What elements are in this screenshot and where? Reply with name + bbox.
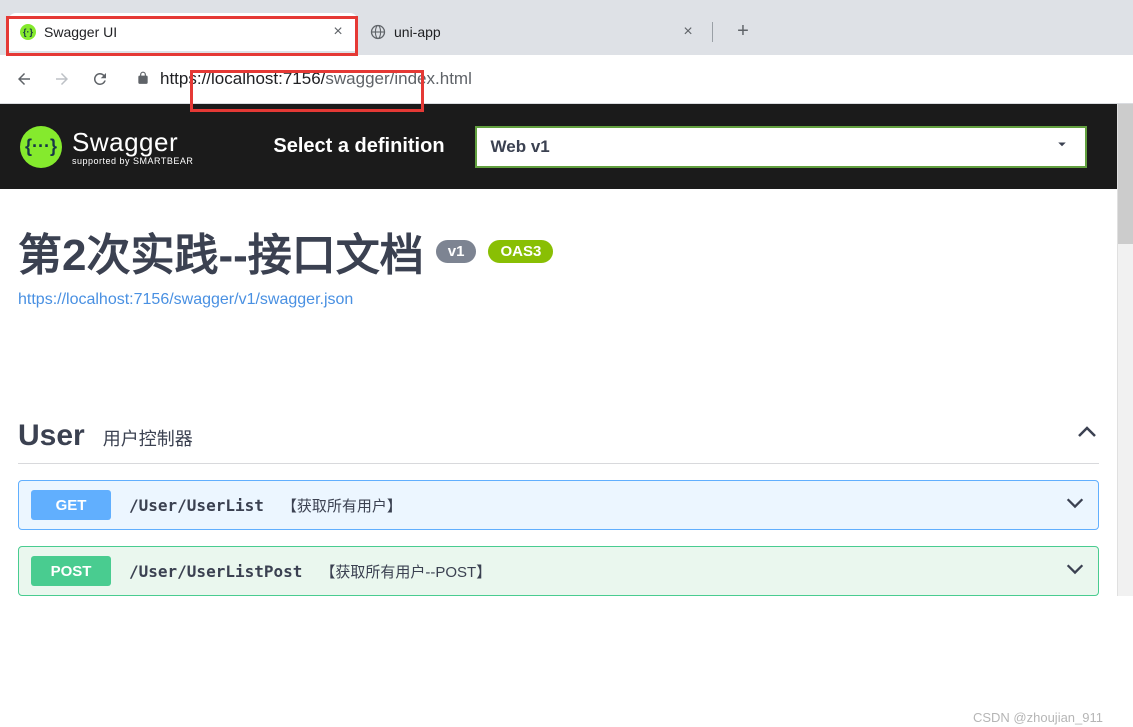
close-icon[interactable]: × <box>330 24 346 40</box>
op-summary: 【获取所有用户--POST】 <box>320 561 491 582</box>
logo-sub: supported by SMARTBEAR <box>72 156 193 166</box>
page-title: 第2次实践--接口文档 <box>18 219 424 283</box>
op-path: /User/UserList <box>129 496 264 515</box>
chevron-down-icon <box>1064 491 1086 519</box>
browser-tab-swagger[interactable]: {·} Swagger UI × <box>8 13 358 51</box>
tag-name: User <box>18 419 85 453</box>
browser-chrome: {·} Swagger UI × uni-app × + <box>0 0 1133 104</box>
op-summary: 【获取所有用户】 <box>282 495 402 516</box>
watermark: CSDN @zhoujian_911 <box>973 710 1103 725</box>
new-tab-button[interactable]: + <box>729 18 757 46</box>
swagger-logo: {···} Swagger supported by SMARTBEAR <box>20 126 193 168</box>
swagger-body: 第2次实践--接口文档 v1 OAS3 https://localhost:71… <box>0 189 1117 596</box>
tab-title: uni-app <box>394 24 672 40</box>
chevron-down-icon <box>1053 135 1071 158</box>
chevron-down-icon <box>1064 557 1086 585</box>
logo-glyph: {···} <box>25 136 57 157</box>
definition-label: Select a definition <box>273 135 444 158</box>
tag-left: User 用户控制器 <box>18 419 193 453</box>
chevron-up-icon <box>1075 421 1099 452</box>
swagger-favicon-icon: {·} <box>20 24 36 40</box>
browser-tab-uniapp[interactable]: uni-app × <box>358 13 708 51</box>
method-badge: GET <box>31 490 111 520</box>
oas-badge: OAS3 <box>488 240 553 263</box>
svg-text:{·}: {·} <box>23 27 33 37</box>
url-text: https://localhost:7156/swagger/index.htm… <box>160 69 472 89</box>
definition-selected: Web v1 <box>491 137 550 157</box>
method-badge: POST <box>31 556 111 586</box>
op-path: /User/UserListPost <box>129 562 302 581</box>
logo-main: Swagger <box>72 127 193 158</box>
tab-title: Swagger UI <box>44 24 322 40</box>
operation-post-userlistpost[interactable]: POST /User/UserListPost 【获取所有用户--POST】 <box>18 546 1099 596</box>
url-path: swagger/index.html <box>325 69 471 88</box>
operation-get-userlist[interactable]: GET /User/UserList 【获取所有用户】 <box>18 480 1099 530</box>
version-badge: v1 <box>436 240 477 263</box>
op-left: POST /User/UserListPost 【获取所有用户--POST】 <box>31 556 491 586</box>
tag-header[interactable]: User 用户控制器 <box>18 409 1099 464</box>
spec-link[interactable]: https://localhost:7156/swagger/v1/swagge… <box>18 291 353 309</box>
swagger-logo-icon: {···} <box>20 126 62 168</box>
tab-divider <box>712 22 713 42</box>
reload-icon[interactable] <box>86 65 114 93</box>
logo-text: Swagger supported by SMARTBEAR <box>72 127 193 166</box>
api-title-row: 第2次实践--接口文档 v1 OAS3 <box>18 219 1099 283</box>
tag-section: User 用户控制器 GET /User/UserList 【获取所有用户】 <box>18 409 1099 596</box>
url-bar[interactable]: https://localhost:7156/swagger/index.htm… <box>124 63 1123 95</box>
back-icon[interactable] <box>10 65 38 93</box>
scrollbar-thumb[interactable] <box>1118 104 1133 244</box>
definition-select[interactable]: Web v1 <box>475 126 1087 168</box>
close-icon[interactable]: × <box>680 24 696 40</box>
nav-bar: https://localhost:7156/swagger/index.htm… <box>0 55 1133 103</box>
tag-desc: 用户控制器 <box>103 425 193 451</box>
lock-icon <box>136 71 150 88</box>
globe-favicon-icon <box>370 24 386 40</box>
forward-icon[interactable] <box>48 65 76 93</box>
op-left: GET /User/UserList 【获取所有用户】 <box>31 490 402 520</box>
swagger-header: {···} Swagger supported by SMARTBEAR Sel… <box>0 104 1117 189</box>
scrollbar[interactable] <box>1117 104 1133 596</box>
swagger-page: {···} Swagger supported by SMARTBEAR Sel… <box>0 104 1133 596</box>
url-host: https://localhost:7156/ <box>160 69 325 88</box>
tab-strip: {·} Swagger UI × uni-app × + <box>0 0 1133 55</box>
